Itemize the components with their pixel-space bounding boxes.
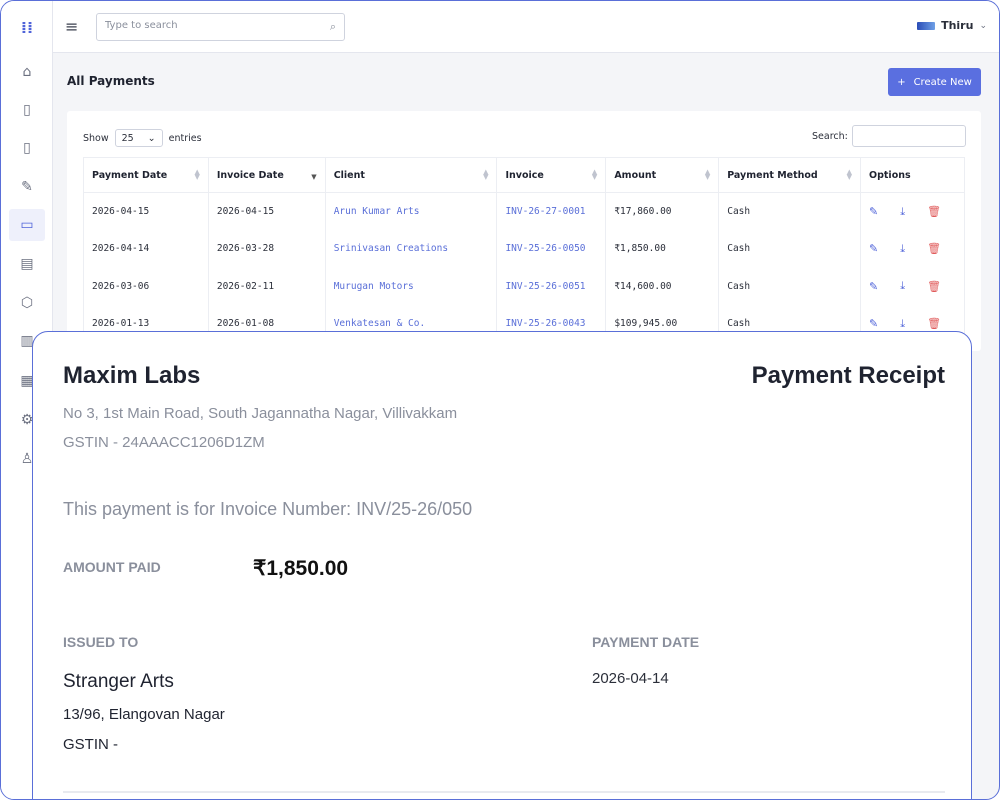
amount-cell: ₹1,850.00 <box>605 230 720 268</box>
receipt-title: Payment Receipt <box>751 362 945 389</box>
payment-method-cell: Cash <box>718 192 862 230</box>
sort-icon: ▲ ▼ <box>591 168 598 181</box>
delete-icon[interactable]: 🗑 <box>927 205 941 218</box>
download-icon[interactable]: ⤓ <box>900 279 905 293</box>
amount-cell: ₹17,860.00 <box>605 192 720 230</box>
options-cell: ✎ ⤓ 🗑 <box>860 267 965 305</box>
payment-date-cell: 2026-03-06 <box>83 267 209 305</box>
payment-method-cell: Cash <box>718 230 862 268</box>
options-cell: ✎ ⤓ 🗑 <box>860 230 965 268</box>
options-cell: ✎ ⤓ 🗑 <box>860 192 965 230</box>
sort-icon: ▲ ▼ <box>846 168 853 181</box>
company-gstin: GSTIN - 24AAACC1206D1ZM <box>63 434 265 451</box>
amount-paid-value: ₹1,850.00 <box>253 557 349 580</box>
user-name: Thiru <box>941 19 974 32</box>
company-address: No 3, 1st Main Road, South Jagannatha Na… <box>63 405 458 422</box>
edit-icon[interactable]: ✎ <box>869 242 878 255</box>
search-icon[interactable]: ⌕ <box>330 20 336 34</box>
user-menu[interactable]: Thiru ⌄ <box>917 19 987 32</box>
table-row: 2026-04-15 2026-04-15 Arun Kumar Arts IN… <box>83 192 965 230</box>
bookmark-icon[interactable]: ▯ <box>11 132 43 164</box>
edit-icon[interactable]: ✎ <box>869 205 878 218</box>
client-name: Stranger Arts <box>63 671 174 692</box>
download-icon[interactable]: ⤓ <box>900 242 905 256</box>
divider <box>63 791 945 793</box>
invoice-link[interactable]: INV-25-26-0051 <box>496 267 607 305</box>
amount-cell: ₹14,600.00 <box>605 267 720 305</box>
search-input[interactable] <box>105 20 305 31</box>
client-link[interactable]: Murugan Motors <box>324 267 498 305</box>
column-options: Options <box>860 157 965 193</box>
page-title: All Payments <box>67 74 155 88</box>
column-client[interactable]: Client ▲ ▼ <box>324 157 498 193</box>
column-payment-date[interactable]: Payment Date ▲ ▼ <box>83 157 209 193</box>
app-frame: ⁞⁞ ⌂ ▯ ▯ ✎ ▭ ▤ ⬡ ▥ ▦ ⚙ ♙ ≡ ⌕ Thiru ⌄ All… <box>0 0 1000 800</box>
entries-select[interactable]: 25 ⌄ <box>114 129 163 147</box>
delete-icon[interactable]: 🗑 <box>927 242 941 255</box>
home-icon[interactable]: ⌂ <box>11 56 43 88</box>
table-search-input[interactable] <box>852 125 966 147</box>
company-name: Maxim Labs <box>63 362 201 389</box>
payments-table: Payment Date ▲ ▼ Invoice Date ▼ Client ▲ ▼ In… <box>83 157 965 343</box>
payment-date-value: 2026-04-14 <box>592 670 669 687</box>
chevron-down-icon: ⌄ <box>979 20 987 31</box>
sort-icon: ▼ <box>311 173 317 181</box>
client-gstin: GSTIN - <box>63 736 118 753</box>
table-header-row: Payment Date ▲ ▼ Invoice Date ▼ Client ▲ ▼ In… <box>83 157 965 193</box>
invoice-link[interactable]: INV-26-27-0001 <box>496 192 607 230</box>
column-payment-method[interactable]: Payment Method ▲ ▼ <box>718 157 862 193</box>
download-icon[interactable]: ⤓ <box>900 317 905 331</box>
table-row: 2026-03-06 2026-02-11 Murugan Motors INV… <box>83 267 965 305</box>
plus-icon: + <box>897 76 906 88</box>
payment-date-cell: 2026-04-14 <box>83 230 209 268</box>
issued-to-label: ISSUED TO <box>63 634 139 650</box>
create-new-label: Create New <box>913 76 972 88</box>
payment-card-icon[interactable]: ▭ <box>9 209 45 241</box>
sort-icon: ▲ ▼ <box>704 168 711 181</box>
invoice-link[interactable]: INV-25-26-0050 <box>496 230 607 268</box>
invoice-date-cell: 2026-03-28 <box>207 230 326 268</box>
client-link[interactable]: Srinivasan Creations <box>324 230 498 268</box>
amount-paid-label: AMOUNT PAID <box>63 559 161 575</box>
column-invoice-date[interactable]: Invoice Date ▼ <box>207 157 326 193</box>
invoice-date-cell: 2026-02-11 <box>207 267 326 305</box>
entries-control: Show 25 ⌄ entries <box>83 129 202 147</box>
box-icon[interactable]: ⬡ <box>11 287 43 319</box>
hamburger-menu-icon[interactable]: ≡ <box>65 17 78 36</box>
column-invoice[interactable]: Invoice ▲ ▼ <box>496 157 607 193</box>
delete-icon[interactable]: 🗑 <box>927 280 941 293</box>
payment-date-label: PAYMENT DATE <box>592 634 700 650</box>
entries-value: 25 <box>121 132 134 144</box>
create-new-button[interactable]: + Create New <box>888 68 981 96</box>
payment-receipt-panel: Maxim Labs Payment Receipt No 3, 1st Mai… <box>32 331 972 799</box>
edit-icon[interactable]: ✎ <box>869 317 878 330</box>
card-icon[interactable]: ▤ <box>11 248 43 280</box>
invoice-date-cell: 2026-04-15 <box>207 192 326 230</box>
client-link[interactable]: Arun Kumar Arts <box>324 192 498 230</box>
client-address: 13/96, Elangovan Nagar <box>63 706 225 723</box>
invoice-reference: This payment is for Invoice Number: INV/… <box>63 499 473 519</box>
payment-date-cell: 2026-04-15 <box>83 192 209 230</box>
table-row: 2026-04-14 2026-03-28 Srinivasan Creatio… <box>83 230 965 268</box>
payments-card: Show 25 ⌄ entries Search: Payment Date ▲ ▼… <box>67 111 981 351</box>
sort-icon: ▲ ▼ <box>194 168 200 181</box>
sort-icon: ▲ ▼ <box>483 168 489 181</box>
entries-label: entries <box>168 132 202 144</box>
edit-icon[interactable]: ✎ <box>869 280 878 293</box>
edit-document-icon[interactable]: ✎ <box>11 171 43 203</box>
bookmark-icon[interactable]: ▯ <box>11 94 43 126</box>
payment-method-cell: Cash <box>718 267 862 305</box>
delete-icon[interactable]: 🗑 <box>927 317 941 330</box>
download-icon[interactable]: ⤓ <box>900 205 905 219</box>
topbar: ≡ ⌕ Thiru ⌄ <box>53 1 999 53</box>
search-box: ⌕ <box>96 13 345 41</box>
table-search-label: Search: <box>812 131 848 142</box>
column-amount[interactable]: Amount ▲ ▼ <box>605 157 720 193</box>
chevron-down-icon: ⌄ <box>147 132 156 144</box>
show-label: Show <box>83 132 109 144</box>
grid-dots-icon[interactable]: ⁞⁞ <box>11 11 43 43</box>
user-avatar <box>917 21 936 30</box>
